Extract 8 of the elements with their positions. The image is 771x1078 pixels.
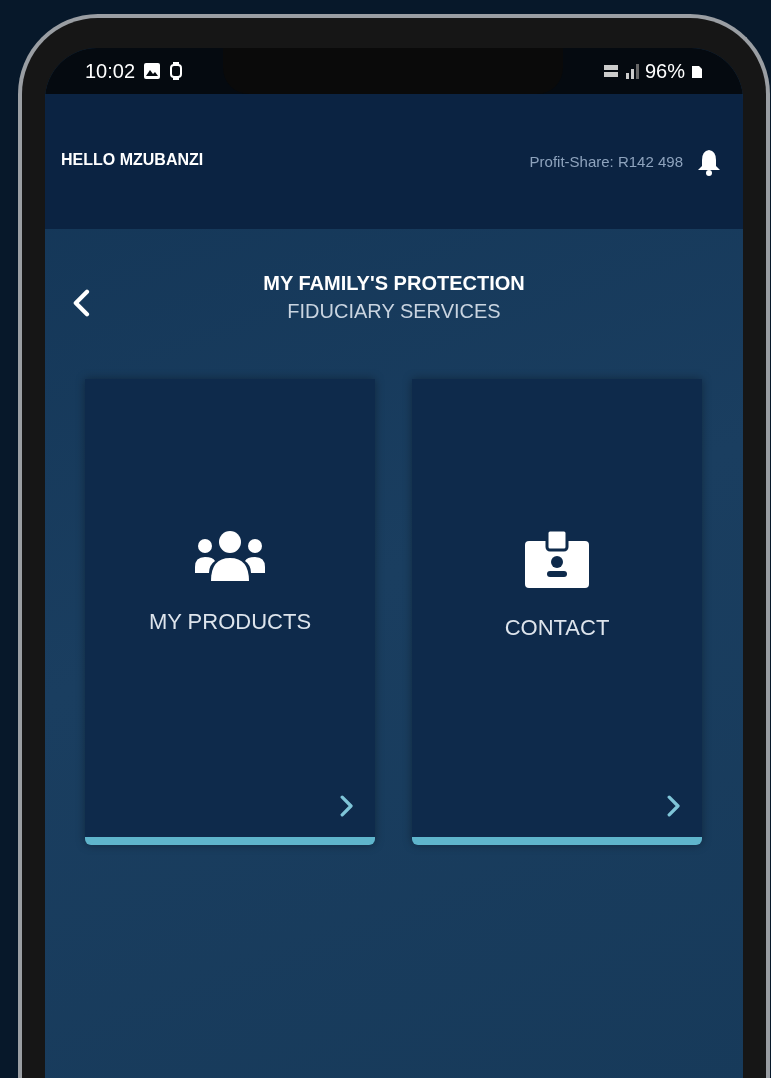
profit-share: Profit-Share: R142 498 — [529, 151, 683, 172]
clock: 10:02 — [85, 59, 136, 84]
menu-card[interactable]: MY PRODUCTS — [85, 379, 375, 845]
menu-card[interactable]: CONTACT — [412, 379, 702, 845]
battery-level: 96% — [644, 59, 685, 84]
page-title: MY FAMILY'S PROTECTION — [263, 271, 525, 296]
greeting: HELLO MZUBANZI — [61, 150, 204, 170]
page-subtitle: FIDUCIARY SERVICES — [287, 299, 501, 324]
